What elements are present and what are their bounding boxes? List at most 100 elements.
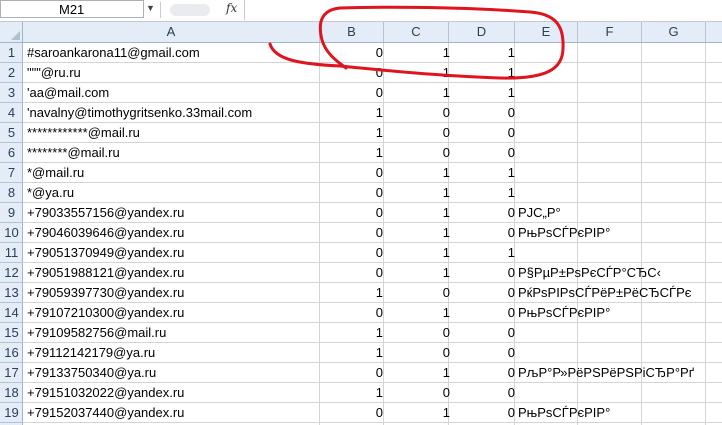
cell-d[interactable]: 0	[451, 283, 515, 303]
cell-c[interactable]: 0	[386, 143, 450, 163]
cell-d[interactable]: 0	[451, 343, 515, 363]
cell-b[interactable]: 1	[298, 103, 383, 123]
cell-a[interactable]: +79033557156@yandex.ru	[27, 203, 184, 223]
cell-c[interactable]: 1	[386, 183, 450, 203]
cell-a[interactable]: ********@mail.ru	[27, 143, 120, 163]
row-header[interactable]: 11	[0, 243, 23, 263]
row-header[interactable]: 4	[0, 103, 23, 123]
cell-b[interactable]: 0	[298, 303, 383, 323]
cell-c[interactable]: 0	[386, 383, 450, 403]
cell-b[interactable]: 0	[298, 43, 383, 63]
cell-a[interactable]: +79046039646@yandex.ru	[27, 223, 184, 243]
cell-e[interactable]: РњРѕСЃРєРІР°	[518, 223, 610, 243]
cell-b[interactable]: 0	[298, 363, 383, 383]
cell-c[interactable]: 1	[386, 263, 450, 283]
row-header[interactable]: 18	[0, 383, 23, 403]
cell-a[interactable]: 'navalny@timothygritsenko.33mail.com	[27, 103, 252, 123]
formula-input[interactable]	[244, 0, 722, 20]
cell-b[interactable]: 0	[298, 183, 383, 203]
row-header[interactable]: 3	[0, 83, 23, 103]
select-all-corner[interactable]	[0, 22, 23, 42]
row-header[interactable]: 6	[0, 143, 23, 163]
cell-d[interactable]: 0	[451, 123, 515, 143]
cell-a[interactable]: #saroankarona11@gmail.com	[27, 43, 200, 63]
cell-d[interactable]: 0	[451, 323, 515, 343]
cell-c[interactable]: 1	[386, 203, 450, 223]
cell-d[interactable]: 0	[451, 403, 515, 423]
cell-a[interactable]: +79051988121@yandex.ru	[27, 263, 184, 283]
cell-a[interactable]: +79112142179@ya.ru	[27, 343, 155, 363]
cell-b[interactable]: 0	[298, 403, 383, 423]
cell-e[interactable]: РљР°Р»РёРЅРёРЅРіСЂР°Рґ	[518, 363, 694, 383]
cell-b[interactable]: 0	[298, 63, 383, 83]
cell-c[interactable]: 1	[386, 63, 450, 83]
cell-c[interactable]: 0	[386, 323, 450, 343]
column-header-b[interactable]: B	[320, 22, 384, 42]
cell-c[interactable]: 1	[386, 223, 450, 243]
formula-bar-splitter[interactable]	[170, 4, 210, 16]
cell-d[interactable]: 1	[451, 63, 515, 83]
cell-b[interactable]: 1	[298, 123, 383, 143]
cell-b[interactable]: 1	[298, 323, 383, 343]
cell-d[interactable]: 0	[451, 263, 515, 283]
cell-a[interactable]: """@ru.ru	[27, 63, 81, 83]
cell-e[interactable]: Р§РµР±РѕРєСЃР°СЂС‹	[518, 263, 661, 283]
cell-d[interactable]: 1	[451, 43, 515, 63]
row-header[interactable]: 2	[0, 63, 23, 83]
cell-c[interactable]: 0	[386, 343, 450, 363]
column-header-e[interactable]: E	[515, 22, 578, 42]
cell-e[interactable]: РњРѕСЃРєРІР°	[518, 403, 610, 423]
row-header[interactable]: 8	[0, 183, 23, 203]
row-header[interactable]: 7	[0, 163, 23, 183]
cell-a[interactable]: *@mail.ru	[27, 163, 84, 183]
cell-d[interactable]: 1	[451, 163, 515, 183]
cell-d[interactable]: 0	[451, 223, 515, 243]
cell-d[interactable]: 0	[451, 143, 515, 163]
cell-a[interactable]: +79152037440@yandex.ru	[27, 403, 184, 423]
cell-a[interactable]: +79107210300@yandex.ru	[27, 303, 184, 323]
row-header[interactable]: 5	[0, 123, 23, 143]
cell-b[interactable]: 1	[298, 143, 383, 163]
cell-d[interactable]: 1	[451, 83, 515, 103]
cell-c[interactable]: 1	[386, 43, 450, 63]
cell-b[interactable]: 1	[298, 383, 383, 403]
cell-a[interactable]: ************@mail.ru	[27, 123, 140, 143]
cell-c[interactable]: 1	[386, 403, 450, 423]
cell-a[interactable]: +79151032022@yandex.ru	[27, 383, 184, 403]
cell-c[interactable]: 0	[386, 103, 450, 123]
column-header-c[interactable]: C	[384, 22, 449, 42]
cell-d[interactable]: 0	[451, 363, 515, 383]
row-header[interactable]: 16	[0, 343, 23, 363]
cell-c[interactable]: 1	[386, 163, 450, 183]
cell-c[interactable]: 1	[386, 303, 450, 323]
cell-a[interactable]: +79133750340@ya.ru	[27, 363, 156, 383]
chevron-down-icon[interactable]: ▼	[146, 3, 155, 13]
row-header[interactable]: 15	[0, 323, 23, 343]
column-header-d[interactable]: D	[449, 22, 515, 42]
column-header-g[interactable]: G	[642, 22, 706, 42]
cell-c[interactable]: 0	[386, 283, 450, 303]
cell-c[interactable]: 0	[386, 123, 450, 143]
column-header-a[interactable]: A	[23, 22, 320, 42]
cell-d[interactable]: 1	[451, 243, 515, 263]
cell-e[interactable]: РњРѕСЃРєРІР°	[518, 303, 610, 323]
cell-b[interactable]: 0	[298, 203, 383, 223]
cell-b[interactable]: 0	[298, 243, 383, 263]
cell-d[interactable]: 1	[451, 183, 515, 203]
name-box[interactable]: M21	[0, 0, 144, 18]
row-header[interactable]: 1	[0, 43, 23, 63]
cell-b[interactable]: 1	[298, 283, 383, 303]
cell-c[interactable]: 1	[386, 83, 450, 103]
cell-b[interactable]: 0	[298, 163, 383, 183]
cell-b[interactable]: 1	[298, 343, 383, 363]
cell-a[interactable]: +79059397730@yandex.ru	[27, 283, 184, 303]
row-header[interactable]: 17	[0, 363, 23, 383]
fx-icon[interactable]: fx	[226, 1, 237, 15]
column-header-f[interactable]: F	[578, 22, 642, 42]
cell-a[interactable]: 'aa@mail.com	[27, 83, 109, 103]
row-header[interactable]: 10	[0, 223, 23, 243]
cell-e[interactable]: РќРѕРІРѕСЃРёР±РёСЂСЃРє	[518, 283, 691, 303]
cell-a[interactable]: *@ya.ru	[27, 183, 74, 203]
cell-d[interactable]: 0	[451, 303, 515, 323]
cell-a[interactable]: +79109582756@mail.ru	[27, 323, 166, 343]
